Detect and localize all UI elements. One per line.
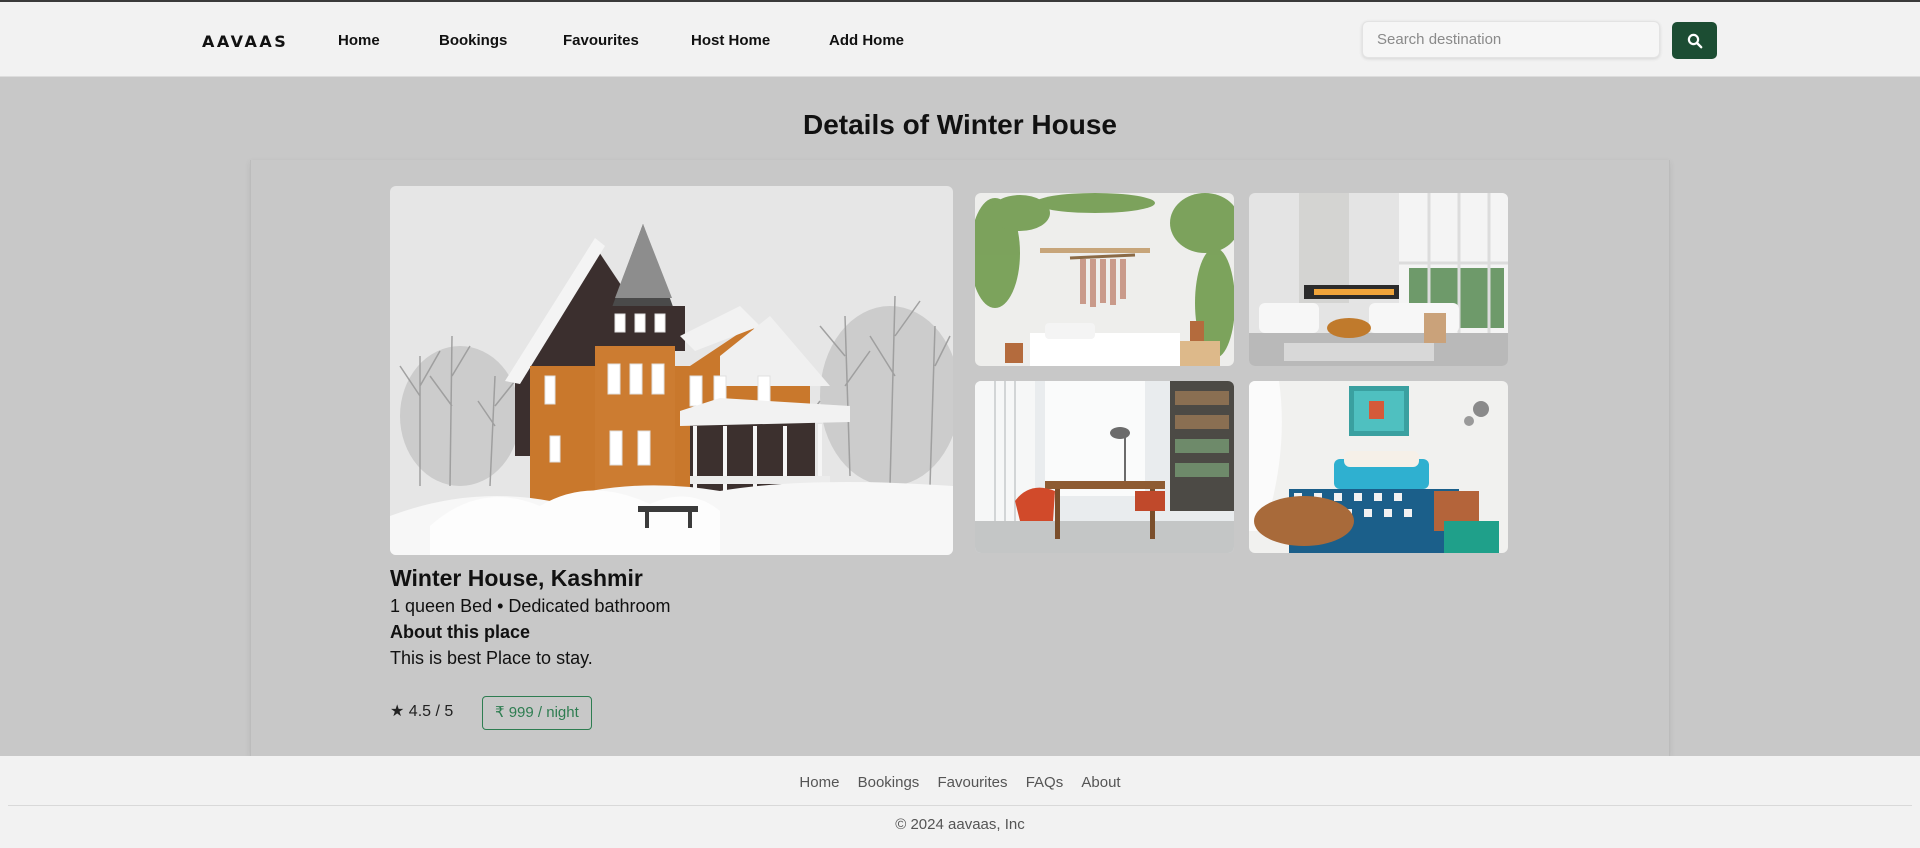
- interior-photo-study[interactable]: [975, 381, 1234, 553]
- search-icon: [1687, 33, 1702, 48]
- price-badge: ₹ 999 / night: [482, 696, 592, 730]
- search-button[interactable]: [1672, 22, 1717, 59]
- footer: Home Bookings Favourites FAQs About © 20…: [0, 756, 1920, 848]
- nav-host-home[interactable]: Host Home: [691, 32, 770, 49]
- brand-logo[interactable]: AAVAAS: [202, 32, 288, 51]
- nav-add-home[interactable]: Add Home: [829, 32, 904, 49]
- footer-link-bookings[interactable]: Bookings: [858, 774, 920, 791]
- footer-link-about[interactable]: About: [1081, 774, 1120, 791]
- footer-link-faqs[interactable]: FAQs: [1026, 774, 1064, 791]
- nav-favourites[interactable]: Favourites: [563, 32, 639, 49]
- footer-link-favourites[interactable]: Favourites: [937, 774, 1007, 791]
- listing-features: 1 queen Bed • Dedicated bathroom: [390, 596, 671, 616]
- interior-photo-plants[interactable]: [975, 193, 1234, 366]
- interior-photo-living-room[interactable]: [1249, 193, 1508, 366]
- footer-links: Home Bookings Favourites FAQs About: [0, 774, 1920, 791]
- footer-divider: [8, 805, 1912, 806]
- copyright: © 2024 aavaas, Inc: [895, 816, 1025, 833]
- main-house-photo[interactable]: [390, 186, 953, 555]
- nav-bookings[interactable]: Bookings: [439, 32, 507, 49]
- about-text: This is best Place to stay.: [390, 648, 593, 668]
- nav-home[interactable]: Home: [338, 32, 380, 49]
- search-input[interactable]: [1362, 21, 1660, 58]
- footer-link-home[interactable]: Home: [799, 774, 839, 791]
- about-heading: About this place: [390, 622, 531, 642]
- page-title: Details of Winter House: [802, 109, 1117, 140]
- interior-photo-blue-sofa[interactable]: [1249, 381, 1508, 553]
- listing-title: Winter House, Kashmir: [390, 565, 643, 591]
- rating: ★ 4.5 / 5: [390, 703, 454, 720]
- navbar: AAVAAS Home Bookings Favourites Host Hom…: [0, 2, 1920, 77]
